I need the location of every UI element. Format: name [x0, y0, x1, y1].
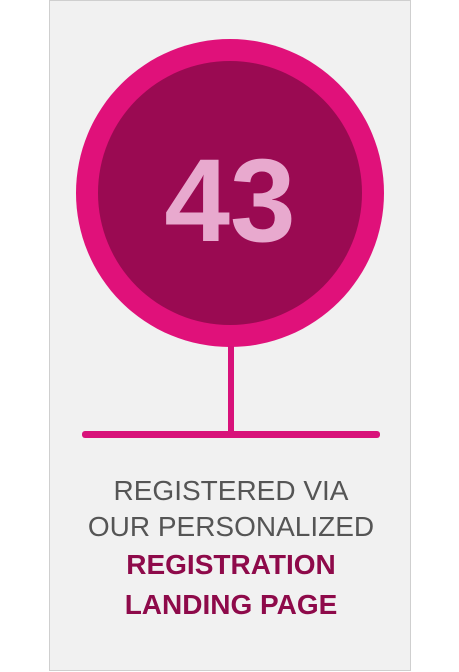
stat-value: 43: [164, 135, 295, 267]
caption-highlight-2: LANDING PAGE: [124, 589, 338, 620]
stat-caption: REGISTERED VIA OUR PERSONALIZED REGISTRA…: [50, 473, 412, 625]
stem: [228, 346, 234, 434]
stat-card: 43 REGISTERED VIA OUR PERSONALIZED REGIS…: [49, 0, 411, 671]
stat-graphic: 43: [76, 39, 384, 438]
base-line: [82, 431, 380, 438]
caption-line-1: REGISTERED VIA: [113, 475, 349, 506]
caption-highlight-1: REGISTRATION: [126, 549, 336, 580]
caption-line-2: OUR PERSONALIZED: [87, 511, 375, 542]
